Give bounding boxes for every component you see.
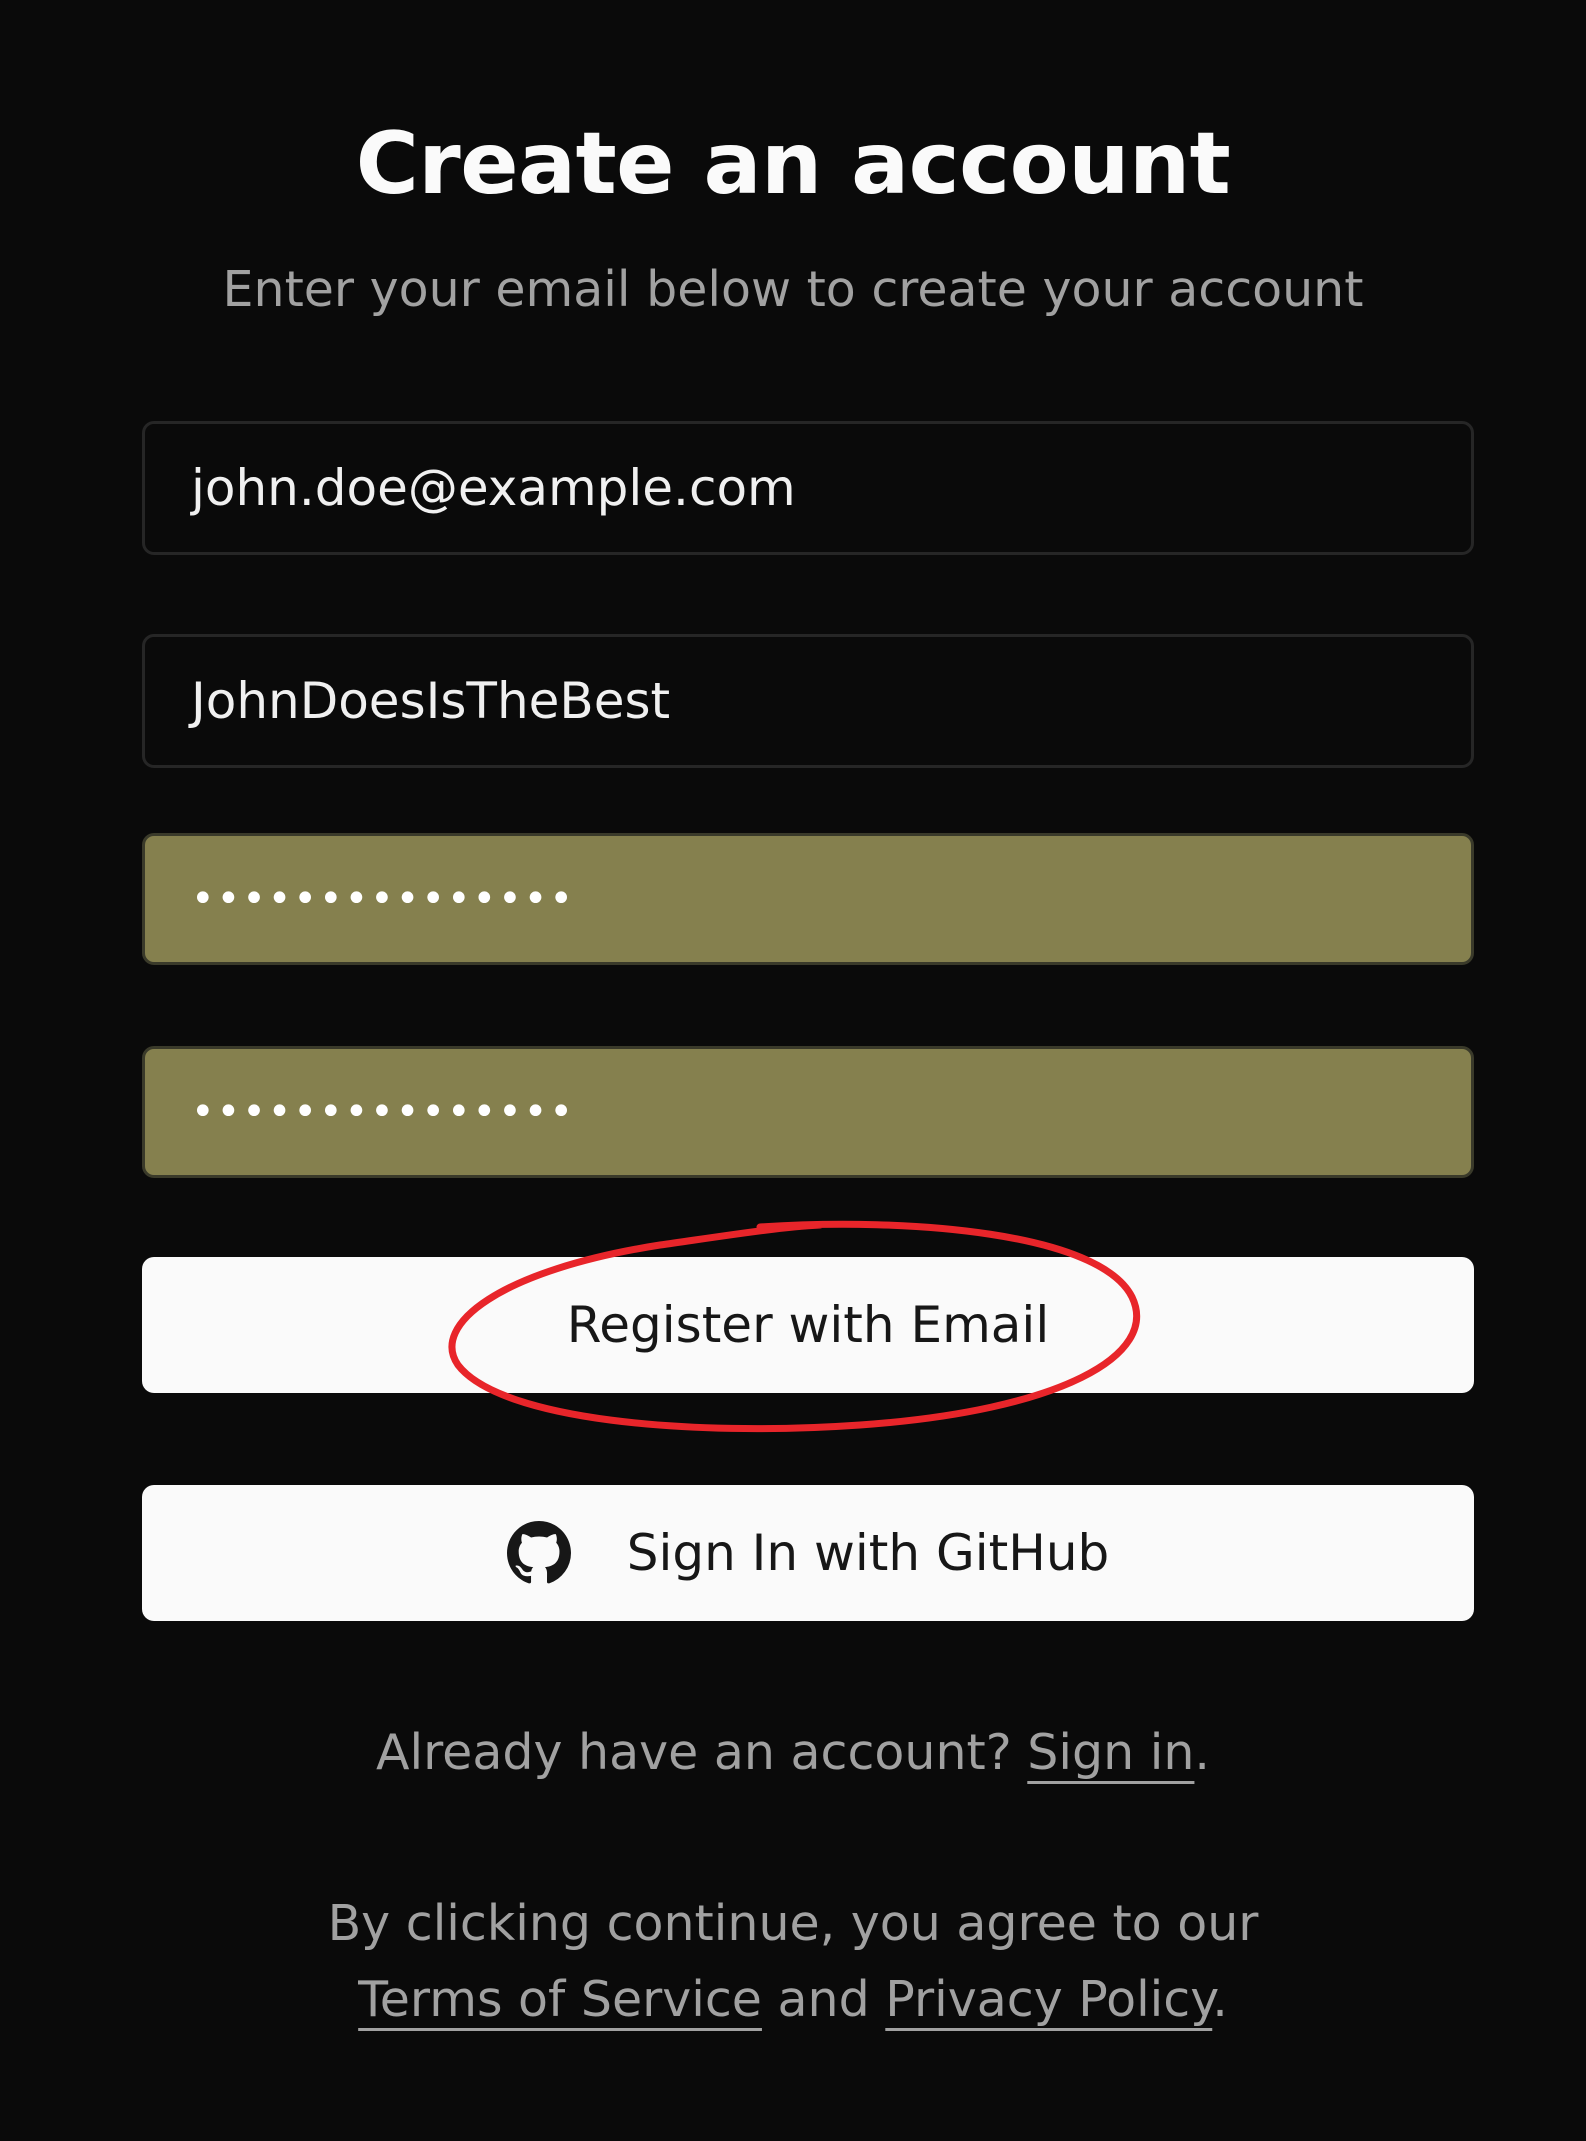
email-field-value: john.doe@example.com: [191, 459, 796, 517]
signin-prompt: Already have an account? Sign in.: [0, 1720, 1586, 1786]
agree-text: By clicking continue, you agree to our: [327, 1895, 1259, 1952]
password-field-value: •••••••••••••••: [191, 876, 575, 922]
register-with-email-button[interactable]: Register with Email: [142, 1257, 1474, 1393]
privacy-policy-link[interactable]: Privacy Policy: [885, 1971, 1212, 2028]
signin-prompt-text: Already have an account?: [375, 1724, 1028, 1781]
email-field[interactable]: john.doe@example.com: [142, 421, 1474, 555]
and-text: and: [761, 1971, 886, 2028]
sign-in-with-github-button[interactable]: Sign In with GitHub: [142, 1485, 1474, 1621]
password-field[interactable]: •••••••••••••••: [142, 833, 1474, 965]
terms-of-service-link[interactable]: Terms of Service: [358, 1971, 762, 2028]
confirm-password-field-value: •••••••••••••••: [191, 1089, 575, 1135]
page-title: Create an account: [355, 114, 1231, 214]
terms-notice: By clicking continue, you agree to our T…: [0, 1886, 1586, 2038]
github-button-label: Sign In with GitHub: [626, 1524, 1110, 1582]
end-period: .: [1212, 1971, 1228, 2028]
page-subtitle: Enter your email below to create your ac…: [222, 261, 1364, 318]
register-button-label: Register with Email: [566, 1296, 1050, 1354]
confirm-password-field[interactable]: •••••••••••••••: [142, 1046, 1474, 1178]
github-icon: [506, 1521, 571, 1584]
username-field-value: JohnDoesIsTheBest: [191, 672, 671, 730]
terms-line: Terms of Service and Privacy Policy.: [0, 1962, 1586, 2038]
sign-in-link[interactable]: Sign in: [1027, 1724, 1194, 1781]
signin-suffix: .: [1194, 1724, 1210, 1781]
username-field[interactable]: JohnDoesIsTheBest: [142, 634, 1474, 768]
